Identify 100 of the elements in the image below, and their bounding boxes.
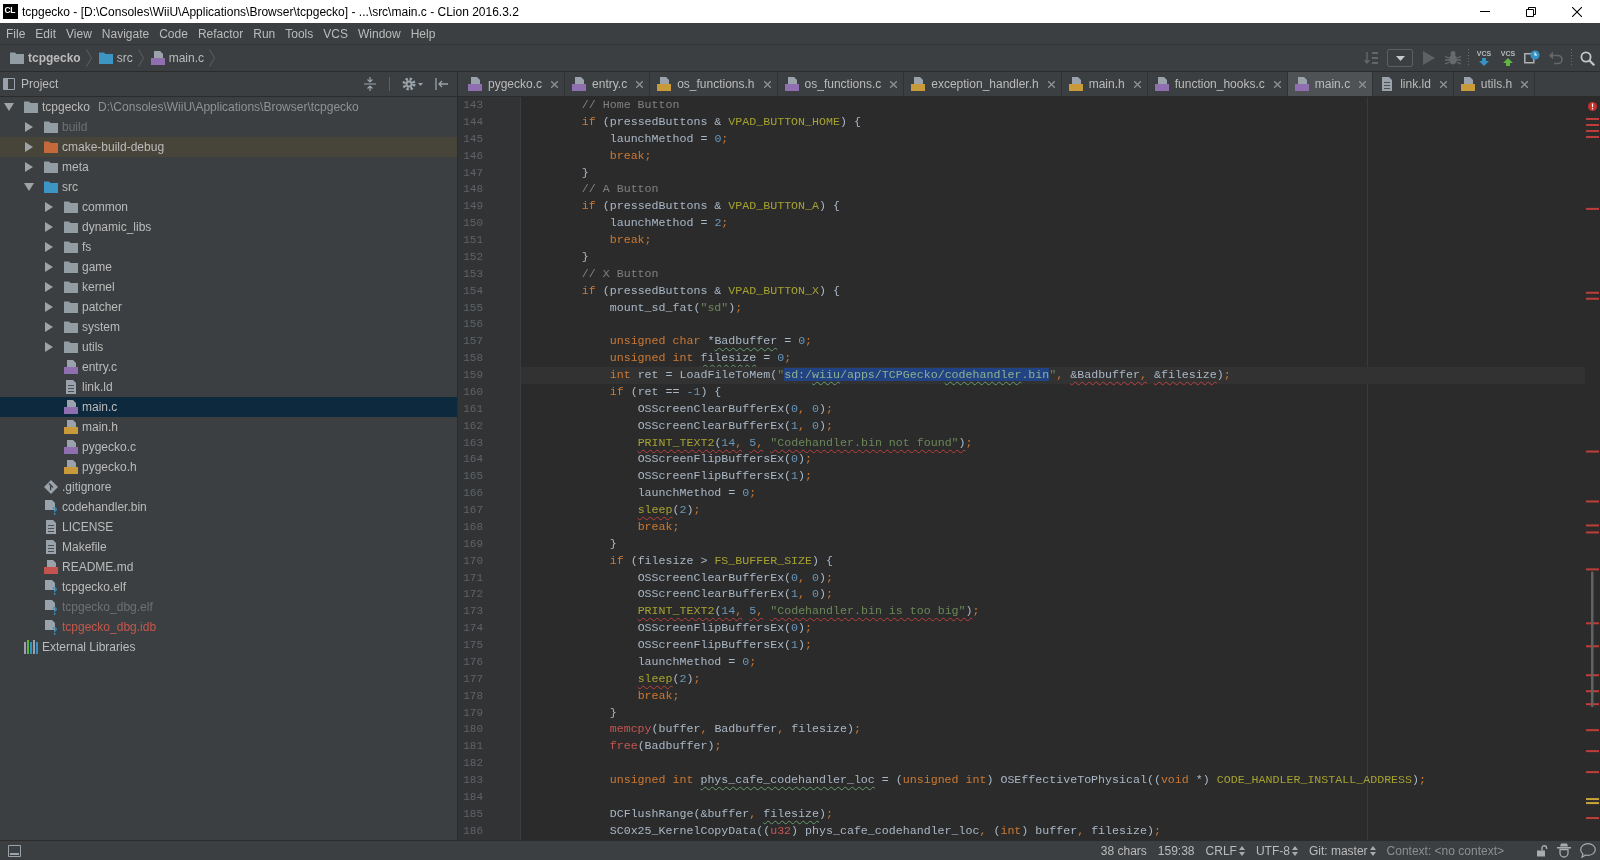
folder-icon [43, 119, 59, 135]
menu-item[interactable]: Code [154, 23, 193, 44]
caret-right-icon[interactable] [25, 122, 33, 132]
caret-right-icon[interactable] [45, 242, 53, 252]
unknown-file-icon [43, 499, 59, 515]
menu-item[interactable]: Refactor [192, 23, 249, 44]
editor-tab[interactable]: utils.h [1453, 72, 1536, 96]
close-icon[interactable] [1439, 80, 1447, 88]
caret-down-icon[interactable] [24, 183, 34, 191]
tree-item[interactable]: fs [44, 237, 92, 257]
status-item: Context: <no context> [1386, 843, 1504, 858]
hat-figure-icon[interactable] [1557, 843, 1571, 858]
menu-item[interactable]: Edit [30, 23, 62, 44]
tree-item[interactable]: link.ld [44, 377, 113, 397]
editor-tab[interactable]: entry.c [565, 72, 651, 96]
tree-item[interactable]: pygecko.h [44, 457, 137, 477]
editor-tab[interactable]: main.h [1061, 72, 1148, 96]
restore-icon [1526, 6, 1536, 17]
tree-item[interactable]: .gitignore [24, 477, 112, 497]
caret-right-icon[interactable] [45, 222, 53, 232]
close-icon[interactable] [1273, 80, 1281, 88]
close-icon[interactable] [890, 80, 898, 88]
tree-item[interactable]: kernel [44, 277, 115, 297]
status-item[interactable]: UTF-8 [1255, 843, 1298, 858]
unknown-file-icon [43, 579, 59, 595]
close-icon[interactable] [763, 80, 771, 88]
bug-icon [1445, 50, 1461, 66]
menu-item[interactable]: File [1, 23, 31, 44]
editor-tab[interactable]: main.c [1287, 72, 1374, 96]
tree-item[interactable]: utils [44, 337, 104, 357]
close-icon[interactable] [551, 80, 559, 88]
menu-item[interactable]: Navigate [96, 23, 155, 44]
menu-item[interactable]: View [61, 23, 97, 44]
menu-item[interactable]: VCS [318, 23, 353, 44]
close-icon[interactable] [1521, 80, 1529, 88]
editor-tab[interactable]: function_hooks.c [1147, 72, 1288, 96]
close-icon[interactable] [636, 80, 644, 88]
caret-right-icon[interactable] [45, 202, 53, 212]
editor-tab[interactable]: link.ld [1373, 72, 1454, 96]
close-icon[interactable] [1359, 80, 1367, 88]
scrollbar-thumb[interactable] [1591, 571, 1594, 708]
chevron-icon [209, 49, 216, 67]
code-line: DCFlushRange(&buffer, filesize); [608, 806, 833, 820]
caret-right-icon[interactable] [45, 282, 53, 292]
tree-item[interactable]: Makefile [24, 537, 107, 557]
status-item[interactable]: Git: master [1308, 843, 1376, 858]
caret-right-icon[interactable] [45, 322, 53, 332]
tree-item[interactable]: common [44, 197, 128, 217]
tree-item[interactable]: patcher [44, 297, 123, 317]
tree-item[interactable]: meta [24, 157, 89, 177]
tree-item[interactable]: tcpgecko D:\Consoles\WiiU\Applications\Browser\tcpgecko [4, 97, 359, 117]
error-icon[interactable] [1588, 102, 1597, 111]
clock-window-icon [1524, 50, 1540, 66]
tree-item[interactable]: game [44, 257, 113, 277]
caret-right-icon[interactable] [45, 342, 53, 352]
menu-item[interactable]: Help [405, 23, 441, 44]
menu-item[interactable]: Run [248, 23, 281, 44]
editor-tab[interactable]: os_functions.c [777, 72, 905, 96]
tree-item[interactable]: README.md [24, 557, 134, 577]
code-line: unsigned int phys_cafe_codehandler_loc = (unsigned int) OSEffectiveToPhysical((void *) CODE_HANDLER_INSTALL_ADDRESS); [608, 773, 1426, 786]
tree-item[interactable]: main.h [44, 417, 119, 437]
configuration-dropdown[interactable] [1387, 49, 1413, 67]
tree-item[interactable]: External Libraries [4, 637, 136, 657]
menu-item[interactable]: Window [352, 23, 406, 44]
close-icon [1572, 6, 1582, 17]
menu-item[interactable]: Tools [280, 23, 319, 44]
tree-item[interactable]: LICENSE [24, 517, 114, 537]
tree-item[interactable]: dynamic_libs [44, 217, 152, 237]
editor-tab[interactable]: os_functions.h [650, 72, 778, 96]
tree-item[interactable]: entry.c [44, 357, 118, 377]
editor-tab[interactable]: exception_handler.h [904, 72, 1062, 96]
caret-right-icon[interactable] [45, 302, 53, 312]
tree-item[interactable]: system [44, 317, 120, 337]
caret-right-icon[interactable] [25, 142, 33, 152]
editor-tab[interactable]: pygecko.c [461, 72, 566, 96]
code-line: OSScreenFlipBuffersEx(0); [636, 452, 813, 466]
close-icon[interactable] [1133, 80, 1141, 88]
tree-item[interactable]: src [24, 177, 78, 197]
tree-item[interactable]: tcpgecko.elf [24, 577, 127, 597]
status-item[interactable]: CRLF [1205, 843, 1245, 858]
tree-item[interactable]: codehandler.bin [24, 497, 147, 517]
close-icon[interactable] [1047, 80, 1055, 88]
code-line: if (ret == -1) { [608, 384, 722, 398]
breadcrumb-item[interactable]: src [97, 50, 133, 66]
file-icon [467, 76, 483, 92]
caret-right-icon[interactable] [25, 162, 33, 172]
breadcrumb-item[interactable]: main.c [149, 50, 205, 66]
tree-item[interactable]: main.c [44, 397, 118, 417]
caret-right-icon[interactable] [45, 262, 53, 272]
code-line: unsigned int filesize = 0; [608, 351, 792, 365]
tree-item[interactable]: pygecko.c [44, 437, 137, 457]
lock-icon[interactable] [1536, 844, 1548, 857]
folder-icon [43, 159, 59, 175]
panel-toggle-icon[interactable] [8, 844, 21, 857]
diamond-icon [43, 479, 59, 495]
caret-down-icon[interactable] [4, 103, 14, 111]
file-icon [783, 76, 800, 92]
breadcrumb-item[interactable]: tcpgecko [9, 50, 81, 66]
speech-bubble-icon[interactable] [1580, 843, 1596, 858]
folder-icon [63, 339, 79, 355]
